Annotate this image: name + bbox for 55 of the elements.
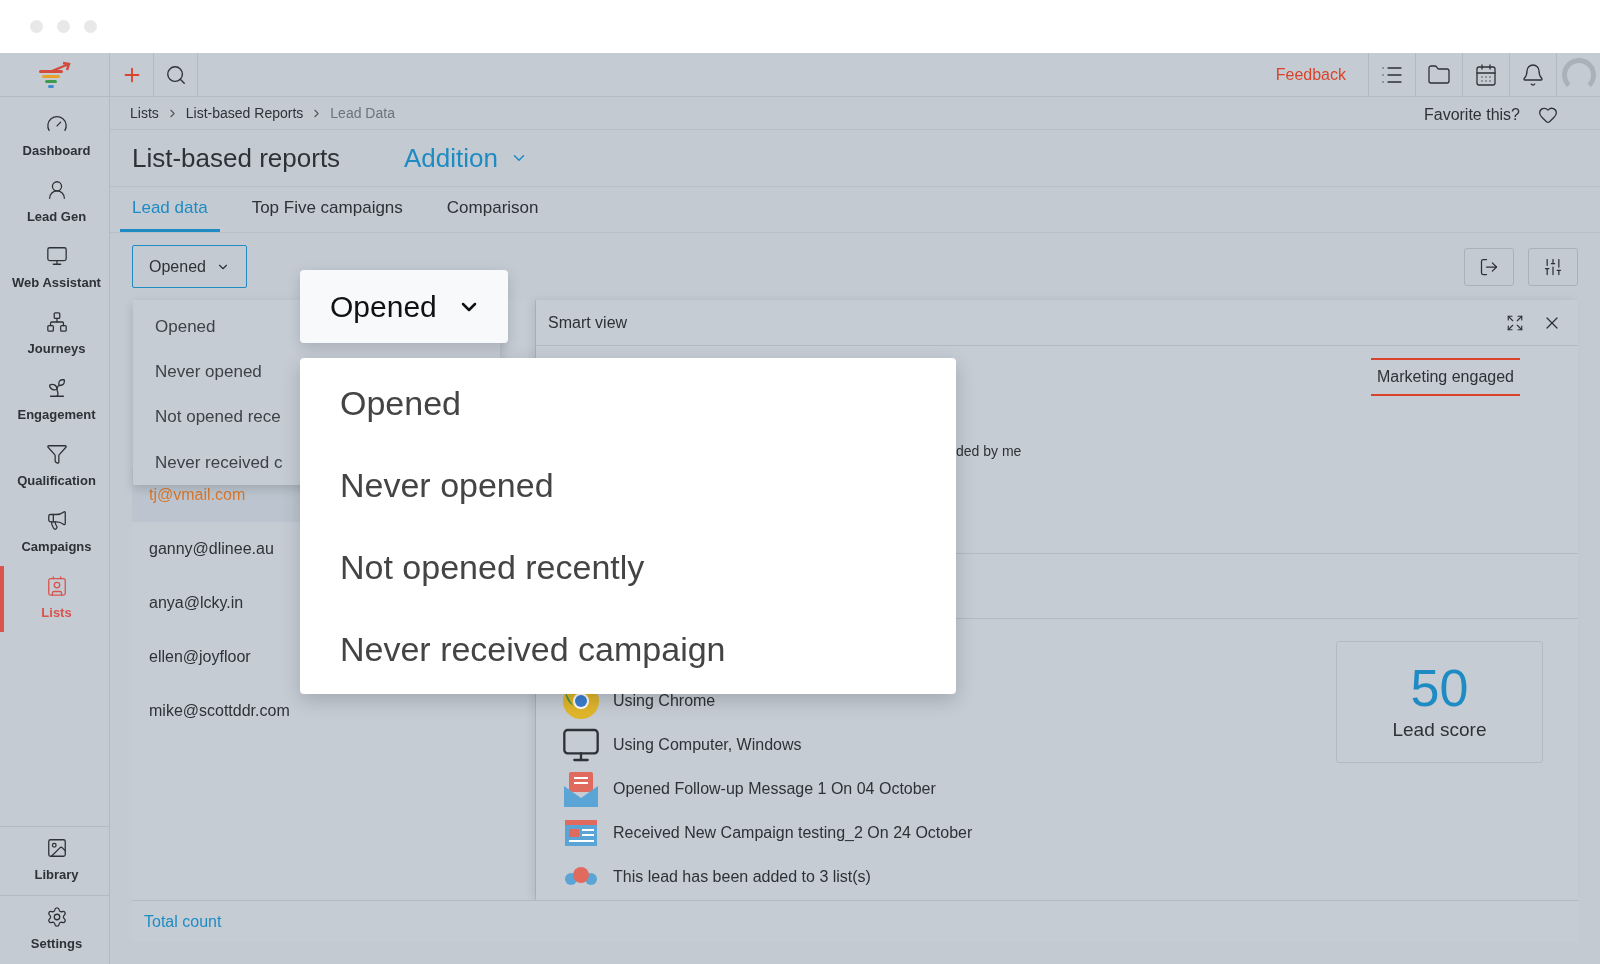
bell-icon (1521, 62, 1545, 87)
expand-icon[interactable] (1506, 313, 1524, 332)
sidebar-item[interactable]: Journeys (0, 302, 109, 368)
filter-dropdown[interactable]: Opened (132, 245, 247, 288)
menu-option[interactable]: Never received c (155, 449, 283, 476)
breadcrumb-link[interactable]: List-based Reports (185, 102, 304, 124)
menu-option[interactable]: Never opened (340, 459, 554, 511)
sidebar-item[interactable]: Dashboard (0, 104, 109, 170)
page-title: List-based reports (132, 141, 342, 175)
newsletter-icon (564, 819, 598, 847)
calendar-icon (1474, 62, 1498, 87)
sidebar-item[interactable]: Library (0, 828, 109, 894)
sidebar-item[interactable]: Engagement (0, 368, 109, 434)
sidebar-item[interactable]: Qualification (0, 434, 109, 500)
activity-text: Opened Follow-up Message 1 On 04 October (613, 779, 936, 799)
column-settings-button[interactable] (1528, 247, 1578, 286)
activity-text: This lead has been added to 3 list(s) (613, 867, 871, 887)
activity-text: Using Computer, Windows (613, 735, 802, 755)
activity-text: Received New Campaign testing_2 On 24 October (613, 823, 973, 843)
sliders-icon (1543, 256, 1563, 277)
zoomed-filter-dropdown[interactable]: Opened (300, 270, 508, 343)
export-button[interactable] (1464, 247, 1514, 286)
envelope-icon (563, 770, 599, 808)
lead-score-label: Lead score (1392, 717, 1487, 742)
hierarchy-icon (45, 311, 68, 334)
monitor-icon (45, 245, 68, 268)
contact-card-icon (45, 575, 68, 598)
sidebar-item[interactable]: Lead Gen (0, 170, 109, 236)
menu-option[interactable]: Opened (155, 313, 216, 340)
image-icon (45, 837, 68, 860)
lead-note: ded by me (956, 442, 1023, 461)
megaphone-icon (45, 509, 68, 532)
breadcrumb-link[interactable]: Lists (130, 102, 159, 124)
settings-icon (45, 906, 68, 929)
sidebar-item[interactable]: Web Assistant (0, 236, 109, 302)
menu-option[interactable]: Not opened rece (155, 404, 281, 430)
search-icon (164, 63, 187, 86)
tab[interactable]: Comparison (434, 187, 551, 232)
heart-icon[interactable] (1538, 105, 1558, 125)
smart-view-title: Smart view (548, 312, 628, 333)
funnel-logo-icon (37, 60, 72, 89)
people-icon (563, 866, 599, 888)
sidebar-item[interactable]: Campaigns (0, 500, 109, 566)
sidebar-item[interactable]: Settings (0, 897, 109, 963)
funnel-icon (45, 443, 68, 466)
folder-icon (1427, 62, 1451, 87)
menu-option[interactable]: Not opened recently (340, 541, 645, 593)
tab[interactable]: Top Five campaigns (239, 187, 415, 232)
lead-score-value: 50 (1410, 659, 1469, 716)
menu-option[interactable]: Never received campaign (340, 623, 726, 675)
menu-option[interactable]: Opened (340, 377, 461, 429)
favorite-label: Favorite this? (1423, 105, 1520, 125)
status-tag: Marketing engaged (1371, 358, 1520, 396)
activity-text: Using Chrome (613, 691, 716, 711)
menu-option[interactable]: Never opened (155, 359, 262, 385)
